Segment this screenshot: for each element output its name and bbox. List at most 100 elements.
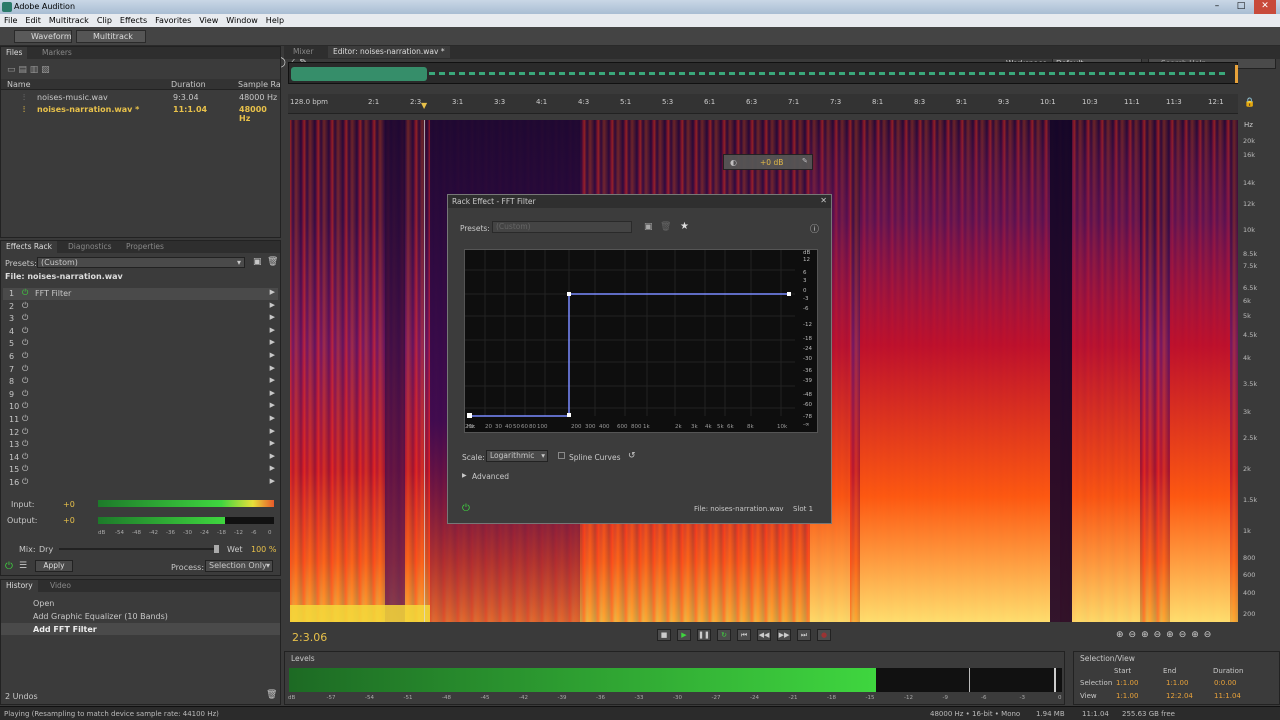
power-icon[interactable]: ⏻ [22,477,28,487]
power-icon[interactable]: ⏻ [22,439,28,449]
power-icon[interactable]: ⏻ [22,401,28,411]
view-end[interactable]: 12:2.04 [1166,692,1193,700]
chevron-right-icon[interactable]: ▶ [270,401,275,409]
rack-slot[interactable]: 1 ⏻ FFT Filter ▶ [3,288,278,300]
dialog-close-icon[interactable]: ✕ [820,196,827,205]
trash-icon[interactable]: 🗑 [266,690,277,700]
waveform-button[interactable]: Waveform [14,30,72,43]
presets-select[interactable]: (Custom) ▾ [37,257,245,268]
reset-icon[interactable]: ↺ [628,451,636,461]
menu-edit[interactable]: Edit [21,14,45,27]
history-item-selected[interactable]: Add FFT Filter [1,623,280,635]
tab-properties[interactable]: Properties [121,241,169,253]
curve-point[interactable] [567,413,571,417]
wet-value[interactable]: 100 % [251,545,276,554]
stop-icon[interactable]: ■ [657,629,671,641]
tab-mixer[interactable]: Mixer [288,46,318,58]
file-row[interactable]: ⫶ noises-music.wav 9:3.04 48000 Hz [1,93,280,105]
menu-favorites[interactable]: Favorites [151,14,195,27]
power-icon[interactable]: ⏻ [22,301,28,311]
rack-slot[interactable]: 15 ⏻ ▶ [3,464,278,476]
tab-files[interactable]: Files [1,47,28,59]
lock-icon[interactable]: 🔒 [1244,98,1255,108]
rack-slot[interactable]: 2 ⏻ ▶ [3,301,278,313]
power-icon[interactable]: ⏻ [22,414,28,424]
chevron-right-icon[interactable]: ▶ [270,464,275,472]
rack-slot[interactable]: 5 ⏻ ▶ [3,338,278,350]
record-icon[interactable]: ● [817,629,831,641]
chevron-right-icon[interactable]: ▶ [270,452,275,460]
rack-slot[interactable]: 16 ⏻ ▶ [3,477,278,489]
view-duration[interactable]: 11:1.04 [1214,692,1241,700]
chevron-right-icon[interactable]: ▶ [270,477,275,485]
play-icon[interactable]: ▶ [677,629,691,641]
chevron-right-icon[interactable]: ▶ [270,376,275,384]
chevron-right-icon[interactable]: ▶ [270,364,275,372]
chevron-right-icon[interactable]: ▶ [270,288,275,296]
save-preset-icon[interactable]: ▣ [644,222,653,232]
history-item[interactable]: Add Graphic Equalizer (10 Bands) [33,612,168,621]
selection-start[interactable]: 1:1.00 [1116,679,1138,687]
rack-slot[interactable]: 11 ⏻ ▶ [3,414,278,426]
mix-slider[interactable] [59,545,219,553]
overview-waveform[interactable] [288,62,1238,84]
menu-window[interactable]: Window [222,14,262,27]
col-duration[interactable]: Duration [171,80,206,89]
rack-slot[interactable]: 8 ⏻ ▶ [3,376,278,388]
process-select[interactable]: Selection Only ▾ [205,560,273,572]
fft-graph[interactable]: Hz 20 30 40 50 60 80 100 200 300 400 600 800 1k 2k 3k 4k… [464,249,818,433]
input-db[interactable]: +0 [63,500,75,509]
rack-slot[interactable]: 4 ⏻ ▶ [3,326,278,338]
expand-advanced-icon[interactable]: ▶ [462,472,467,479]
power-icon[interactable]: ⏻ [22,326,28,336]
rack-slot[interactable]: 9 ⏻ ▶ [3,389,278,401]
pause-icon[interactable]: ❚❚ [697,629,711,641]
selection-end[interactable]: 1:1.00 [1166,679,1188,687]
chevron-right-icon[interactable]: ▶ [270,439,275,447]
power-icon[interactable]: ⏻ [22,288,28,298]
view-start[interactable]: 1:1.00 [1116,692,1138,700]
history-item[interactable]: Open [33,599,54,608]
power-icon[interactable]: ⏻ [22,364,28,374]
loop-icon[interactable]: ↻ [717,629,731,641]
info-icon[interactable]: ⓘ [810,222,819,235]
tab-diagnostics[interactable]: Diagnostics [63,241,117,253]
tab-editor[interactable]: Editor: noises-narration.wav * [328,46,450,58]
tab-history[interactable]: History [1,580,38,592]
pin-icon[interactable]: ✎ [802,157,808,165]
delete-preset-icon[interactable]: 🗑 [267,257,278,267]
power-icon[interactable]: ⏻ [22,313,28,323]
power-icon[interactable]: ⏻ [462,503,470,514]
rack-slot[interactable]: 3 ⏻ ▶ [3,313,278,325]
rack-slot[interactable]: 12 ⏻ ▶ [3,427,278,439]
power-icon[interactable]: ⏻ [22,351,28,361]
file-row[interactable]: ⫶ noises-narration.wav * 11:1.04 48000 H… [1,105,280,123]
dialog-presets-select[interactable]: (Custom) [492,221,632,233]
rack-slot[interactable]: 7 ⏻ ▶ [3,364,278,376]
power-icon[interactable]: ⏻ [22,389,28,399]
delete-preset-icon[interactable]: 🗑 [660,222,671,232]
advanced-label[interactable]: Advanced [472,472,509,481]
save-preset-icon[interactable]: ▣ [253,257,262,267]
rewind-icon[interactable]: ◀◀ [757,629,771,641]
chevron-right-icon[interactable]: ▶ [270,338,275,346]
fast-forward-icon[interactable]: ▶▶ [777,629,791,641]
fft-graph-svg[interactable] [465,250,819,434]
spline-checkbox[interactable] [558,452,565,459]
chevron-right-icon[interactable]: ▶ [270,414,275,422]
chevron-right-icon[interactable]: ▶ [270,313,275,321]
tab-effects-rack[interactable]: Effects Rack [1,241,57,253]
power-icon[interactable]: ⏻ [22,464,28,474]
file-actions-icons[interactable]: ▭ ▤ ▥ ▨ [7,65,50,75]
hud-volume[interactable]: ◐ +0 dB ✎ [723,154,813,170]
power-icon[interactable]: ⏻ [22,376,28,386]
skip-start-icon[interactable]: ⏮ [737,629,751,641]
maximize-button[interactable]: □ [1230,0,1252,14]
tab-video[interactable]: Video [45,580,76,592]
zoom-icons[interactable]: ⊕⊖⊕⊖⊕⊖⊕⊖ [1116,630,1216,640]
rack-slot[interactable]: 10 ⏻ ▶ [3,401,278,413]
menu-effects[interactable]: Effects [116,14,151,27]
menu-view[interactable]: View [195,14,222,27]
favorite-star-icon[interactable]: ★ [680,221,689,232]
power-icon[interactable]: ⏻ [5,561,13,572]
